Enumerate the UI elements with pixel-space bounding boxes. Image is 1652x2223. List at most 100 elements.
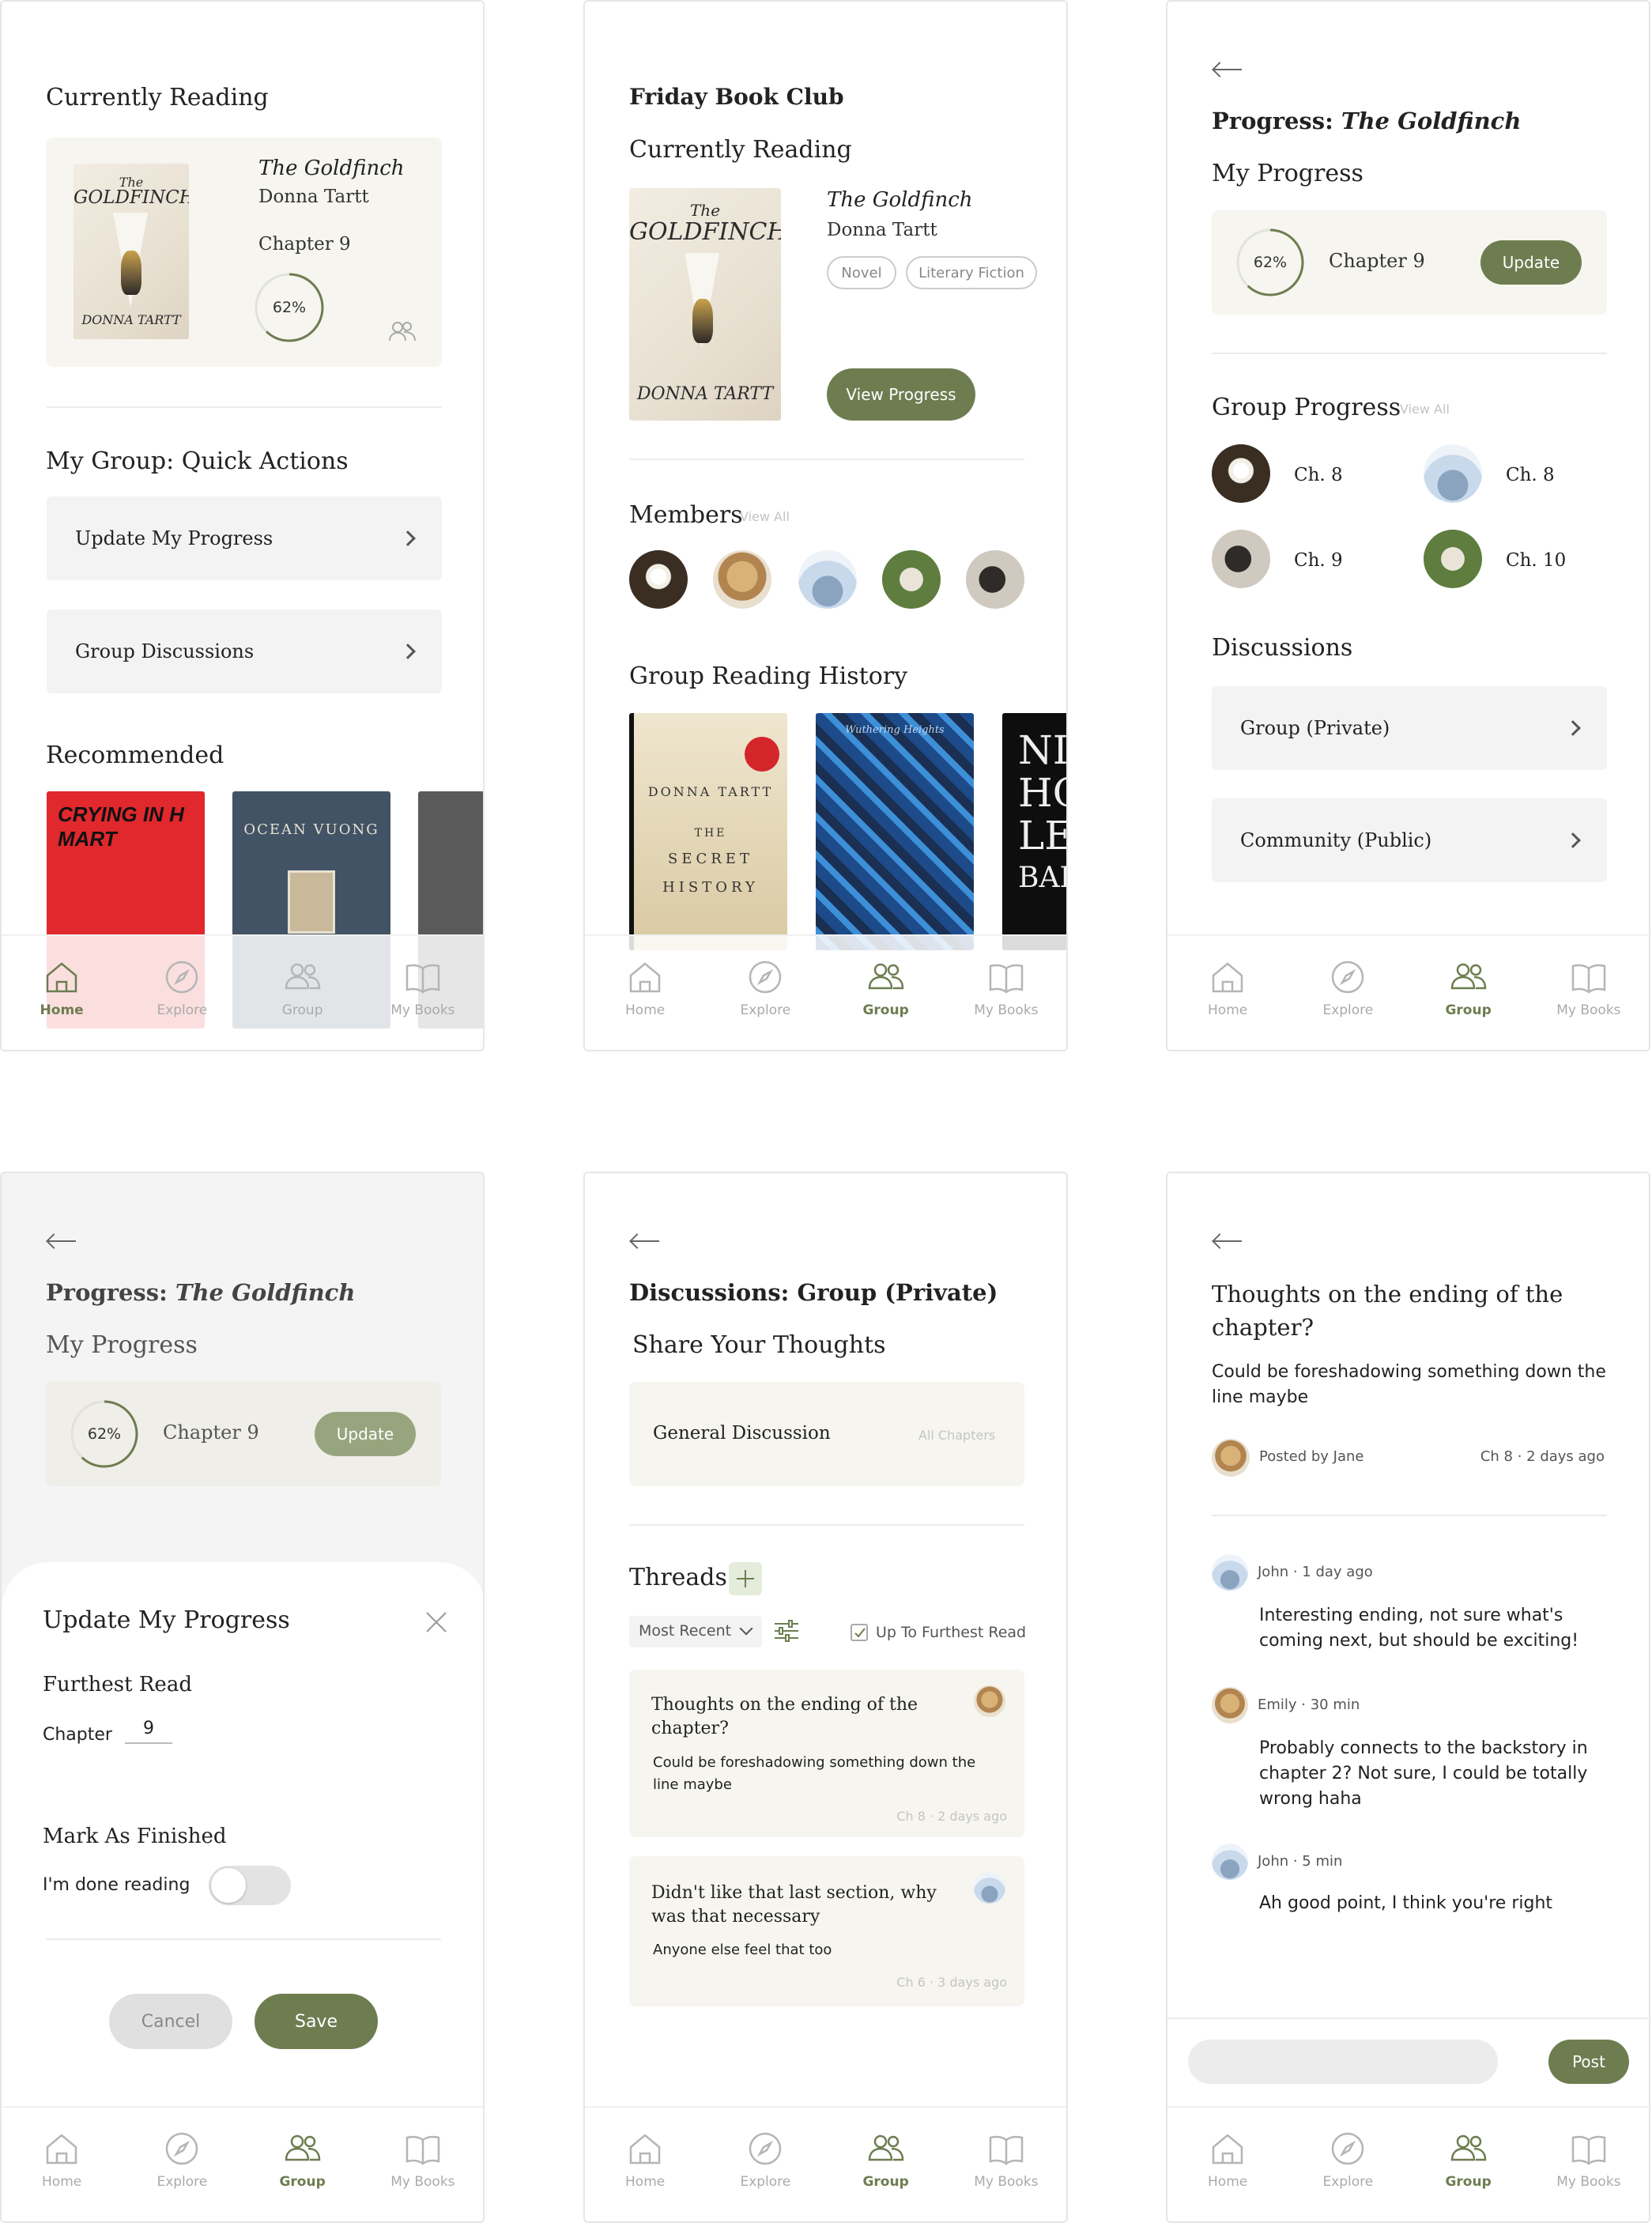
tab-group[interactable]: Group bbox=[1413, 958, 1524, 1050]
history-book-text: Wuthering Heights bbox=[845, 724, 945, 736]
sort-value: Most Recent bbox=[639, 1622, 732, 1640]
member-avatar[interactable] bbox=[1212, 444, 1270, 503]
tab-group[interactable]: Group bbox=[247, 2130, 358, 2221]
back-arrow-icon[interactable] bbox=[629, 1233, 661, 1249]
member-avatar[interactable] bbox=[629, 550, 688, 609]
group-icon bbox=[867, 2130, 905, 2168]
discussions-heading: Discussions bbox=[1212, 634, 1353, 662]
tab-label: My Books bbox=[974, 1002, 1039, 1018]
member-avatar[interactable] bbox=[1424, 444, 1482, 503]
filter-icon[interactable] bbox=[773, 1619, 800, 1643]
book-cover[interactable]: The GOLDFINCH DONNA TARTT bbox=[629, 188, 781, 421]
chevron-right-icon bbox=[1565, 720, 1581, 736]
tab-label: Group bbox=[281, 1002, 323, 1018]
member-chapter: Ch. 8 bbox=[1294, 465, 1343, 485]
book-icon bbox=[1570, 958, 1608, 996]
chevron-right-icon bbox=[1565, 832, 1581, 848]
view-all-link[interactable]: View All bbox=[740, 509, 790, 524]
chapter-input[interactable]: 9 bbox=[125, 1719, 172, 1744]
thread-card[interactable]: Didn't like that last section, why was t… bbox=[629, 1856, 1024, 2006]
tab-home[interactable]: Home bbox=[6, 958, 117, 1050]
member-avatar[interactable] bbox=[713, 550, 771, 609]
member-avatar[interactable] bbox=[966, 550, 1024, 609]
tab-my-books[interactable]: My Books bbox=[368, 2130, 478, 2221]
currently-reading-heading: Currently Reading bbox=[46, 84, 269, 111]
tab-my-books[interactable]: My Books bbox=[951, 958, 1062, 1050]
group-icon[interactable] bbox=[388, 321, 417, 342]
comment-text: Ah good point, I think you're right bbox=[1259, 1893, 1553, 1913]
tab-explore[interactable]: Explore bbox=[710, 958, 820, 1050]
group-discussions-action[interactable]: Group Discussions bbox=[47, 610, 442, 693]
back-arrow-icon[interactable] bbox=[46, 1233, 77, 1249]
member-avatar[interactable] bbox=[882, 550, 941, 609]
cancel-button[interactable]: Cancel bbox=[109, 1994, 232, 2049]
club-screen: Friday Book Club Currently Reading The G… bbox=[583, 0, 1068, 1051]
tab-my-books[interactable]: My Books bbox=[368, 958, 478, 1050]
update-button[interactable]: Update bbox=[1480, 240, 1582, 285]
history-book-3[interactable]: NI HO LE BAR bbox=[1002, 713, 1066, 950]
back-arrow-icon[interactable] bbox=[1212, 62, 1243, 77]
tab-group[interactable]: Group bbox=[1413, 2130, 1524, 2221]
update-progress-action[interactable]: Update My Progress bbox=[47, 496, 442, 580]
tab-explore[interactable]: Explore bbox=[1292, 2130, 1403, 2221]
tab-home[interactable]: Home bbox=[590, 958, 700, 1050]
author-avatar bbox=[974, 1872, 1005, 1904]
progress-ring: 62% bbox=[1235, 228, 1305, 297]
thread-body: Anyone else feel that too bbox=[653, 1942, 832, 1958]
history-book-line: HO bbox=[1018, 770, 1066, 816]
tab-label: Group bbox=[862, 1002, 909, 1018]
chapter-label: Chapter 9 bbox=[1329, 250, 1425, 272]
view-all-link[interactable]: View All bbox=[1400, 402, 1450, 417]
tab-group[interactable]: Group bbox=[247, 958, 358, 1050]
tab-explore[interactable]: Explore bbox=[710, 2130, 820, 2221]
group-private-item[interactable]: Group (Private) bbox=[1212, 686, 1607, 770]
post-button[interactable]: Post bbox=[1548, 2040, 1629, 2084]
comment-input[interactable] bbox=[1188, 2040, 1498, 2084]
tab-explore[interactable]: Explore bbox=[1292, 958, 1403, 1050]
tab-label: Explore bbox=[157, 2174, 208, 2190]
done-reading-toggle[interactable] bbox=[209, 1866, 291, 1905]
current-book-card[interactable]: The GOLDFINCH DONNA TARTT The Goldfinch … bbox=[47, 138, 442, 367]
sort-dropdown[interactable]: Most Recent bbox=[629, 1616, 762, 1647]
tab-home[interactable]: Home bbox=[1172, 2130, 1283, 2221]
home-icon bbox=[43, 2130, 81, 2168]
tab-my-books[interactable]: My Books bbox=[951, 2130, 1062, 2221]
cover-title: GOLDFINCH bbox=[74, 187, 189, 208]
tab-group[interactable]: Group bbox=[831, 958, 941, 1050]
member-avatar[interactable] bbox=[798, 550, 857, 609]
tab-explore[interactable]: Explore bbox=[126, 958, 237, 1050]
members-heading: Members bbox=[629, 501, 743, 529]
commenter-avatar bbox=[1212, 1554, 1248, 1591]
add-thread-button[interactable] bbox=[729, 1562, 762, 1595]
back-arrow-icon[interactable] bbox=[1212, 1233, 1243, 1249]
close-icon[interactable] bbox=[425, 1611, 447, 1633]
history-book-line: BAR bbox=[1018, 862, 1066, 894]
history-book-1[interactable]: DONNA TARTT THE SECRET HISTORY bbox=[629, 713, 787, 950]
view-progress-button[interactable]: View Progress bbox=[827, 368, 975, 421]
thread-title: Didn't like that last section, why was t… bbox=[651, 1883, 937, 1927]
tab-home[interactable]: Home bbox=[590, 2130, 700, 2221]
history-book-text: HISTORY bbox=[662, 879, 759, 896]
thread-body: Could be foreshadowing something down th… bbox=[653, 1754, 976, 1793]
divider bbox=[629, 1524, 1024, 1526]
community-public-item[interactable]: Community (Public) bbox=[1212, 798, 1607, 882]
cover-title: GOLDFINCH bbox=[629, 218, 781, 246]
furthest-read-checkbox[interactable] bbox=[851, 1624, 868, 1641]
tab-home[interactable]: Home bbox=[1172, 958, 1283, 1050]
tab-my-books[interactable]: My Books bbox=[1533, 2130, 1644, 2221]
tab-group[interactable]: Group bbox=[831, 2130, 941, 2221]
member-avatar[interactable] bbox=[1424, 530, 1482, 588]
member-avatar[interactable] bbox=[1212, 530, 1270, 588]
update-button[interactable]: Update bbox=[315, 1412, 416, 1456]
tab-home[interactable]: Home bbox=[6, 2130, 117, 2221]
thread-card[interactable]: Thoughts on the ending of the chapter? C… bbox=[629, 1670, 1024, 1837]
tab-my-books[interactable]: My Books bbox=[1533, 958, 1644, 1050]
history-book-2[interactable]: Wuthering Heights bbox=[816, 713, 974, 950]
general-discussion-card[interactable]: General Discussion All Chapters bbox=[629, 1382, 1024, 1486]
tab-explore[interactable]: Explore bbox=[126, 2130, 237, 2221]
chapter-label: Chapter 9 bbox=[258, 234, 351, 255]
save-button[interactable]: Save bbox=[255, 1994, 378, 2049]
tab-label: Group bbox=[1445, 1002, 1492, 1018]
compass-icon bbox=[163, 958, 201, 996]
quick-actions-heading: My Group: Quick Actions bbox=[46, 447, 349, 475]
